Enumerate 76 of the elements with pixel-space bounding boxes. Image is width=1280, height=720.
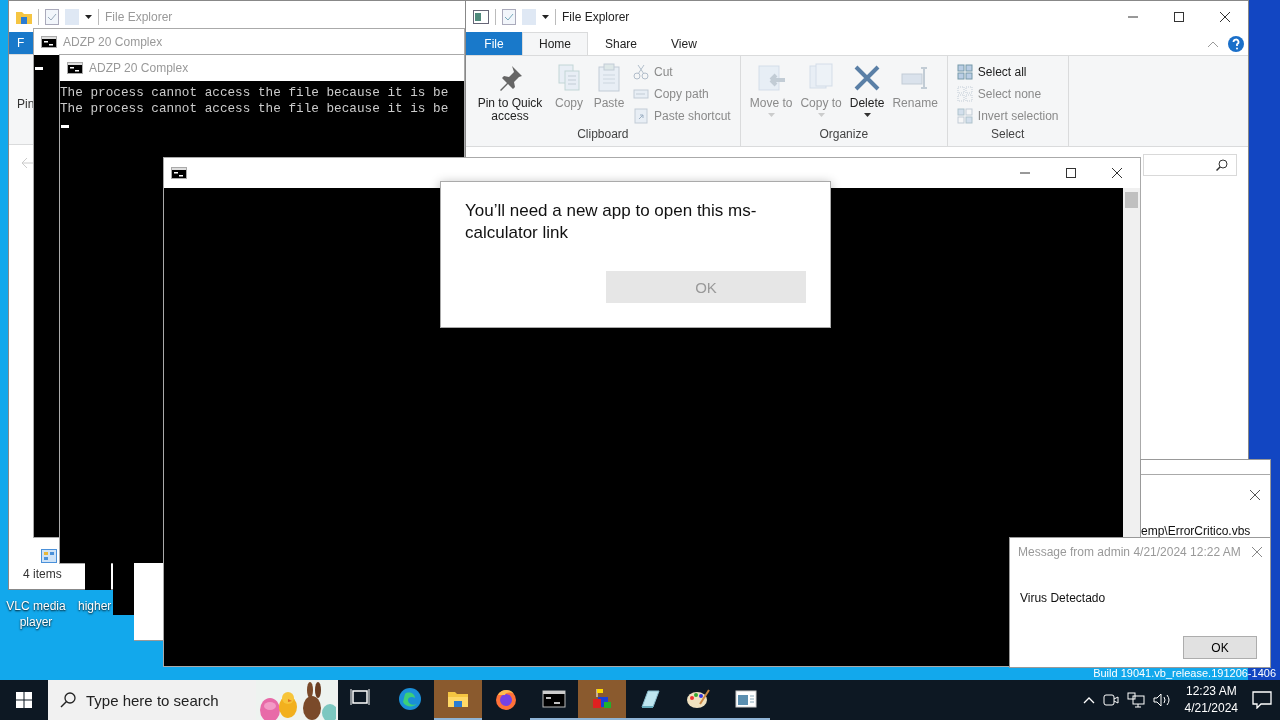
group-label: Organize [819,127,869,141]
firefox-icon [494,687,518,711]
properties-icon [45,8,59,25]
path-icon [633,86,649,102]
grid-icon [956,108,973,124]
properties-icon [473,9,489,24]
edge-icon [398,687,422,711]
caret-icon [767,113,775,117]
grid-icon [956,86,973,102]
console-icon [171,167,187,179]
dialog-message: You’ll need a new app to open this ms-calculator link [465,200,758,244]
window-icon [734,687,758,711]
status-text: 4 items [23,567,62,581]
caret-icon [542,14,549,19]
folder-icon [16,9,32,24]
grid-icon [956,64,973,80]
desktop-icon-label[interactable]: higher [78,598,112,614]
close-icon[interactable] [1250,490,1260,500]
ribbon-tab[interactable]: Home [522,32,588,55]
file-path: emp\ErrorCritico.vbs [1141,524,1252,538]
help-icon[interactable] [1228,35,1244,52]
group-label: Select [991,127,1025,141]
ribbon-tab[interactable]: File [466,32,522,55]
search-icon [1216,158,1228,171]
scrollbar[interactable] [1123,188,1140,537]
ribbon-tab[interactable]: Share [588,32,655,55]
caret-icon [817,113,825,117]
window-title: File Explorer [105,9,173,24]
build-text: Build 19041.vb_release.191206-1406 [1093,667,1276,679]
search-field[interactable] [1143,153,1237,176]
back-arrow-icon[interactable] [21,157,35,169]
ribbon-button[interactable]: Select all [953,63,1062,81]
ok-button[interactable]: OK [1183,636,1257,659]
taskbar-search[interactable]: Type here to search [48,680,338,720]
message-text: Virus Detectado [1019,590,1107,605]
folder-arrow-icon [755,62,788,94]
volume-icon[interactable] [1152,692,1171,708]
notepad-icon [638,687,662,711]
ribbon-button[interactable]: Delete [846,58,888,127]
search-icon [60,692,76,708]
view-icon[interactable] [41,549,57,563]
clock[interactable]: 12:23 AM 4/21/2024 [1178,683,1244,717]
maximize-icon[interactable] [1066,168,1076,178]
caret-icon [863,113,871,117]
close-icon[interactable] [1220,11,1230,22]
chevron-icon[interactable] [1082,696,1095,704]
scissors-icon [633,64,649,80]
console-icon [67,62,83,74]
collapse-icon[interactable] [1208,40,1218,47]
caret-icon [85,14,92,19]
notification-icon[interactable] [1252,691,1272,709]
maximize-icon[interactable] [1174,11,1184,22]
window-title: ADZP 20 Complex [89,61,189,75]
properties-icon [502,8,516,25]
console-line: The process cannot access the file because it is be [60,101,450,117]
console-icon [542,687,566,711]
group-label: Clipboard [577,127,629,141]
palette-icon [686,687,710,711]
new-folder-icon [65,8,79,25]
ribbon-tab[interactable]: View [654,32,714,55]
new-folder-icon [522,8,536,25]
console-line: The process cannot access the file because it is be [60,85,450,101]
ribbon-button[interactable]: Pin to Quick access [472,58,548,127]
window-title: File Explorer [562,9,630,24]
console-icon [41,36,57,48]
network-icon[interactable] [1126,692,1145,708]
search-field[interactable]: Type here to search [86,691,246,709]
window-title: ADZP 20 Complex [63,35,163,49]
windows-icon [16,692,32,708]
partial-tab[interactable]: F [9,32,33,54]
blocks-icon [590,687,614,711]
close-icon[interactable] [1112,168,1122,178]
message-title: Message from admin 4/21/2024 12:22 AM [1018,545,1241,559]
desktop-icon-label[interactable]: VLC media player [0,598,72,630]
shortcut-icon [633,108,649,124]
camera-icon[interactable] [1102,692,1119,708]
